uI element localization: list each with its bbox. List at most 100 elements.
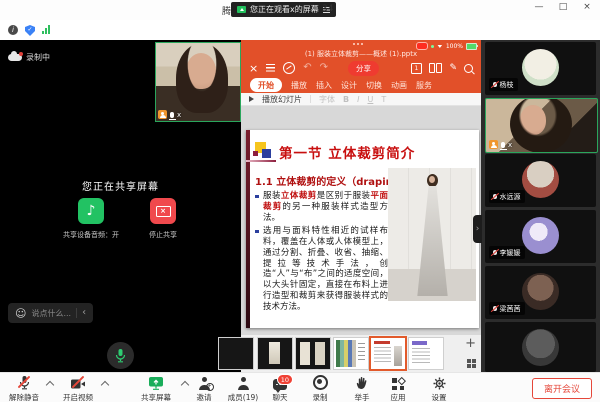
security-shield-icon[interactable]: ✓ <box>25 25 35 36</box>
font-name-control[interactable]: 字体 <box>319 94 335 105</box>
chat-button[interactable]: 10 聊天 <box>262 376 298 402</box>
gear-icon <box>433 377 446 390</box>
window-title-fragment: 34 <box>322 4 333 14</box>
watching-banner-text: 您正在观看x的屏幕 <box>250 4 319 15</box>
play-slideshow-button[interactable]: 播放幻灯片 <box>262 94 302 105</box>
apps-grid-icon <box>392 378 404 390</box>
participant-tile-active-video[interactable]: x <box>485 98 598 153</box>
current-slide[interactable]: 第一节 立体裁剪简介 1.1 立体裁剪的定义（draping） 服装立体裁剪是区… <box>246 130 479 328</box>
slide-bullet-1: 服装立体裁剪是区别于服装平面裁剪的另一种服装样式造型方法。 <box>255 191 388 223</box>
tab-play[interactable]: 播放 <box>291 80 307 91</box>
wifi-icon <box>437 44 443 48</box>
italic-button[interactable]: I <box>357 95 359 104</box>
sharing-stage: 录制中 x 您正在共享屏幕 ♪ 共享设备音频：开 × 停止共享 ☺ 说点什么.. <box>0 40 241 372</box>
settings-button[interactable]: 设置 <box>418 376 460 402</box>
share-screen-icon <box>148 376 164 390</box>
share-audio-button[interactable]: ♪ 共享设备音频：开 <box>63 198 119 240</box>
bold-button[interactable]: B <box>343 95 349 104</box>
text-style-button[interactable]: T <box>381 95 386 104</box>
slide-body: 服装立体裁剪是区别于服装平面裁剪的另一种服装样式造型方法。 选用与面料特性相近的… <box>255 191 388 316</box>
chat-unread-badge: 10 <box>277 374 293 385</box>
tab-insert[interactable]: 插入 <box>316 80 332 91</box>
tab-animation[interactable]: 动画 <box>391 80 407 91</box>
network-signal-icon[interactable] <box>42 25 50 34</box>
mic-icon <box>114 348 127 363</box>
mute-options-chevron[interactable] <box>46 381 54 389</box>
host-badge-icon <box>489 140 498 149</box>
meeting-window: 腾 您正在观看x的屏幕 34 — □ × i ✓ 13:08 演讲者视图 <box>0 0 600 402</box>
members-button[interactable]: 成员(19) <box>220 376 266 402</box>
slide-thumbnail-selected[interactable] <box>371 338 405 369</box>
watching-banner[interactable]: 您正在观看x的屏幕 <box>231 2 336 17</box>
avatar <box>522 273 559 310</box>
maximize-button[interactable]: □ <box>556 2 570 12</box>
slide-thumbnail[interactable] <box>219 338 253 369</box>
underline-button[interactable]: U <box>367 95 373 104</box>
apps-button[interactable]: 应用 <box>378 376 418 402</box>
self-video-hair <box>176 43 228 113</box>
sharing-status-text: 您正在共享屏幕 <box>0 178 241 193</box>
undo-icon[interactable]: ↶ <box>303 63 311 73</box>
record-button[interactable]: 录制 <box>300 376 340 402</box>
document-title: (1) 服装立体裁剪——概述 (1).pptx <box>241 49 481 59</box>
close-button[interactable]: × <box>580 2 594 12</box>
model-gown <box>416 186 449 296</box>
leave-meeting-button[interactable]: 离开会议 <box>532 378 592 399</box>
quick-chat-input[interactable]: ☺ 说点什么... ‹ <box>8 303 93 323</box>
redo-icon[interactable]: ↷ <box>320 63 328 73</box>
slide-title: 第一节 立体裁剪简介 <box>279 142 415 162</box>
slide-thumbnail[interactable] <box>409 338 443 369</box>
wps-format-bar: 播放幻灯片 字体 B I U T <box>241 93 481 106</box>
minimize-button[interactable]: — <box>532 2 546 12</box>
single-page-icon[interactable]: 1 <box>411 63 422 74</box>
wps-share-button[interactable]: 分享 <box>348 61 379 76</box>
tab-design[interactable]: 设计 <box>341 80 357 91</box>
slide-thumbnail[interactable] <box>296 338 330 369</box>
reading-view-icon[interactable] <box>429 63 443 73</box>
screen-share-icon <box>237 6 246 13</box>
sidebar-collapse-handle[interactable]: › <box>473 215 482 243</box>
avatar <box>522 329 559 366</box>
ink-pen-icon[interactable]: ✎ <box>449 64 457 73</box>
music-note-icon: ♪ <box>87 203 96 219</box>
invite-button[interactable]: + 邀请 <box>186 376 222 402</box>
slide-thumbnail[interactable] <box>334 338 368 369</box>
wps-close-icon[interactable]: × <box>249 63 258 74</box>
collapse-chat-icon[interactable]: ‹ <box>82 308 86 318</box>
participant-hair <box>510 98 572 153</box>
muted-mic-icon <box>493 194 497 200</box>
self-video-preview[interactable]: x <box>155 42 241 122</box>
participant-tile[interactable]: 水远源 <box>485 154 596 207</box>
unmute-button[interactable]: 解除静音 <box>2 376 46 402</box>
search-icon[interactable] <box>464 64 473 73</box>
add-slide-button[interactable]: + <box>465 337 476 350</box>
raise-hand-button[interactable]: 举手 <box>342 376 382 402</box>
floating-mic-button[interactable] <box>107 342 134 369</box>
start-video-button[interactable]: 开启视频 <box>56 376 100 402</box>
wps-menu-icon[interactable] <box>266 64 275 72</box>
tab-service[interactable]: 服务 <box>416 80 432 91</box>
edit-mode-icon[interactable] <box>283 62 295 74</box>
meeting-info-icon[interactable]: i <box>8 25 18 35</box>
participant-tile[interactable] <box>485 322 596 372</box>
participant-tile[interactable]: 梁茜茜 <box>485 266 596 319</box>
status-dot-icon <box>431 45 434 48</box>
muted-mic-icon <box>493 306 497 312</box>
self-name-label: x <box>177 111 181 119</box>
share-screen-button[interactable]: 共享屏幕 <box>132 376 180 402</box>
grid-view-icon[interactable] <box>467 359 476 368</box>
screen-x-icon: × <box>156 206 171 217</box>
avatar <box>522 217 559 254</box>
tab-transition[interactable]: 切换 <box>366 80 382 91</box>
slide-thumbnail[interactable] <box>258 338 292 369</box>
invite-person-icon: + <box>198 377 211 390</box>
more-handle-icon[interactable] <box>353 43 363 45</box>
participant-tile[interactable]: 杨枝 <box>485 42 596 95</box>
participant-tile[interactable]: 李媛媛 <box>485 210 596 263</box>
video-options-chevron[interactable] <box>101 381 109 389</box>
stop-share-button[interactable]: × 停止共享 <box>149 198 177 240</box>
tab-start[interactable]: 开始 <box>250 78 282 92</box>
emoji-icon[interactable]: ☺ <box>15 308 26 319</box>
avatar <box>522 161 559 198</box>
slide-subtitle: 1.1 立体裁剪的定义（draping） <box>255 173 410 188</box>
